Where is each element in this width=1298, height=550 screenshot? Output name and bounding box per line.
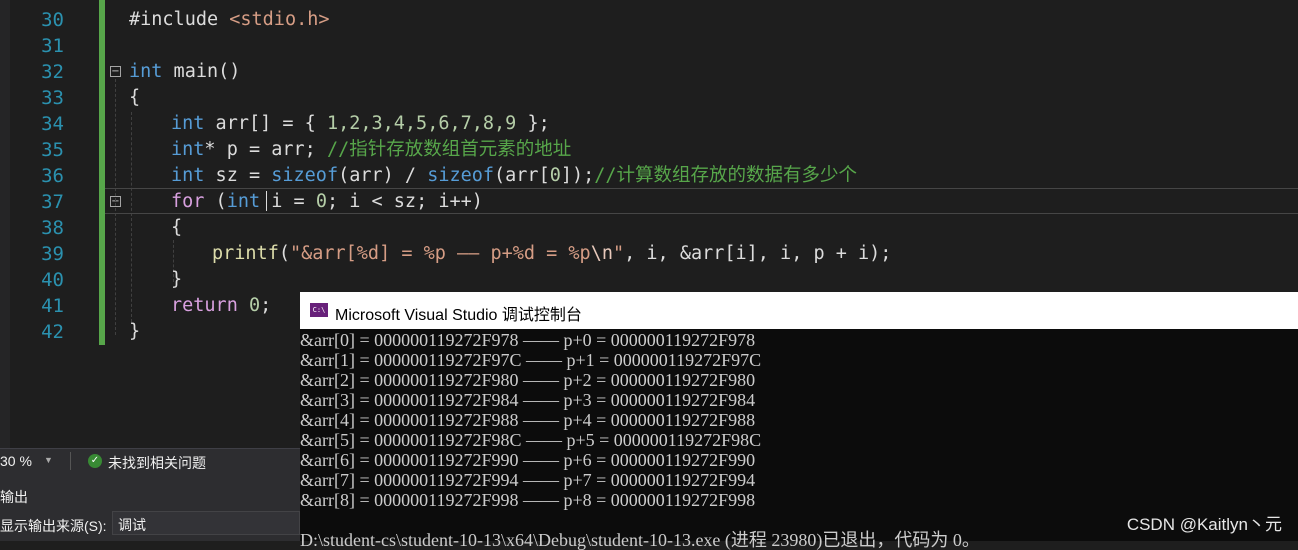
code-line-34: int arr[] = { 1,2,3,4,5,6,7,8,9 }; [171,113,550,134]
console-line: &arr[5] = 000000119272F98C —— p+5 = 0000… [300,430,762,450]
code-line-30: #include <stdio.h> [129,9,330,30]
console-title: Microsoft Visual Studio 调试控制台 [335,307,582,324]
code-line-38: { [171,217,183,238]
line-number: 34 [41,113,64,135]
issues-status[interactable]: 未找到相关问题 [108,453,206,473]
console-exit-line: D:\student-cs\student-10-13\x64\Debug\st… [300,530,980,550]
line-number: 30 [41,9,64,31]
line-number: 41 [41,295,64,317]
line-number: 38 [41,217,64,239]
console-line: &arr[1] = 000000119272F97C —— p+1 = 0000… [300,350,762,370]
divider [70,452,71,470]
line-number: 32 [41,61,64,83]
line-number: 40 [41,269,64,291]
output-panel-title: 输出 [0,489,28,505]
code-line-32: int main() [129,61,241,82]
console-line: &arr[7] = 000000119272F994 —— p+7 = 0000… [300,470,756,490]
code-line-40: } [171,269,183,290]
console-line: &arr[6] = 000000119272F990 —— p+6 = 0000… [300,450,756,470]
output-panel: 输出 显示输出来源(S): 调试 [0,473,300,541]
console-line: &arr[4] = 000000119272F988 —— p+4 = 0000… [300,410,756,430]
debug-console-window[interactable]: C:\ Microsoft Visual Studio 调试控制台 &arr[0… [300,292,1298,550]
console-line: &arr[8] = 000000119272F998 —— p+8 = 0000… [300,490,756,510]
console-line: &arr[0] = 000000119272F978 —— p+0 = 0000… [300,330,756,350]
check-circle-icon: ✓ [88,454,102,468]
console-line: &arr[2] = 000000119272F980 —— p+2 = 0000… [300,370,756,390]
code-line-42: } [129,321,141,342]
indent-guide [131,112,132,322]
line-number: 36 [41,165,64,187]
code-line-35: int* p = arr; //指针存放数组首元素的地址 [171,139,572,160]
zoom-level[interactable]: 30 % [0,453,32,469]
collapse-icon[interactable]: − [110,66,121,77]
watermark: CSDN @Kaitlyn丶元 [1126,515,1282,534]
text-caret [266,191,267,211]
code-line-36: int sz = sizeof(arr) / sizeof(arr[0]);//… [171,165,858,186]
code-line-37: for (int i = 0; i < sz; i++) [171,191,483,212]
console-titlebar[interactable]: C:\ Microsoft Visual Studio 调试控制台 [300,292,1298,329]
line-number: 31 [41,35,64,57]
code-line-39: printf("&arr[%d] = %p —— p+%d = %p\n", i… [212,243,892,264]
code-line-41: return 0; [171,295,272,316]
change-indicator-bar [99,0,105,345]
line-number: 37 [41,191,64,213]
output-source-select[interactable]: 调试 [112,511,300,535]
line-number: 39 [41,243,64,265]
editor-status-bar: 30 % ▼ ✓ 未找到相关问题 [0,448,300,473]
code-line-33: { [129,87,141,108]
editor-margin [0,0,10,448]
line-number: 35 [41,139,64,161]
line-number: 42 [41,321,64,343]
output-source-label: 显示输出来源(S): [0,518,107,534]
line-number: 33 [41,87,64,109]
chevron-down-icon[interactable]: ▼ [44,455,53,465]
console-app-icon: C:\ [310,303,328,317]
console-line: &arr[3] = 000000119272F984 —— p+3 = 0000… [300,390,756,410]
